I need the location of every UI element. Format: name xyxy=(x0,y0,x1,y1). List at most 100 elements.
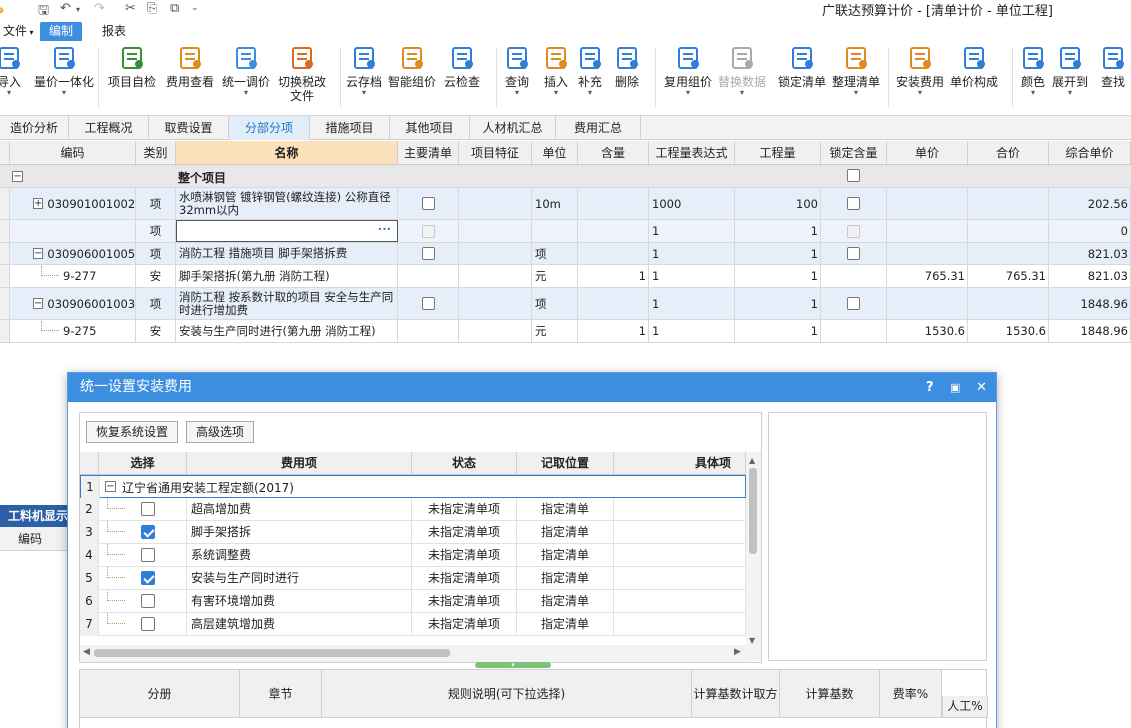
col-header-9[interactable]: 锁定含量 xyxy=(821,141,887,165)
cell-7[interactable]: 1 xyxy=(649,243,735,264)
find-button[interactable]: 查找 xyxy=(1100,45,1126,89)
table-row[interactable]: +030901001002 项 水喷淋钢管 镀锌钢管(螺纹连接) 公称直径32mm以… xyxy=(0,188,1131,220)
cell-5[interactable]: 项 xyxy=(532,288,578,319)
col-header-5[interactable]: 单位 xyxy=(532,141,578,165)
cell-0[interactable]: −030906001003 xyxy=(10,288,136,319)
tax-switch-button[interactable]: 切换税改 文件 xyxy=(278,45,326,103)
rule-col-header-0[interactable]: 分册 xyxy=(80,670,240,718)
fee-item-detail[interactable] xyxy=(614,613,746,636)
cell-6[interactable]: 1 xyxy=(578,320,649,342)
menu-edit[interactable]: 编制 xyxy=(40,22,83,41)
main-list-checkbox[interactable] xyxy=(421,247,435,260)
col-header-8[interactable]: 工程量 xyxy=(735,141,821,165)
fee-list-hscrollbar[interactable]: ◀ ▶ xyxy=(80,645,746,662)
cell-12[interactable]: 821.03 xyxy=(1049,265,1131,287)
tab-3[interactable]: 分部分项 xyxy=(229,116,310,140)
cell-7[interactable]: 1 xyxy=(649,220,735,242)
cell-1[interactable]: 项 xyxy=(136,243,176,264)
fee-col-header-0[interactable]: 选择 xyxy=(99,452,187,475)
fee-item-detail[interactable] xyxy=(614,498,746,521)
cell-9[interactable] xyxy=(821,320,887,342)
cell-3[interactable] xyxy=(398,220,459,242)
cell-12[interactable]: 202.56 xyxy=(1049,188,1131,219)
rule-col-header-4[interactable]: 计算基数 xyxy=(780,670,880,718)
table-row[interactable]: 项 ··· 1 1 0 xyxy=(0,220,1131,243)
dropdown-arrow-icon[interactable]: ▾ xyxy=(896,89,944,97)
dropdown-arrow-icon[interactable]: ▾ xyxy=(543,89,569,97)
cell-8[interactable]: 1 xyxy=(735,265,821,287)
cell-3[interactable] xyxy=(398,265,459,287)
cell-11[interactable]: 765.31 xyxy=(968,265,1049,287)
cell-2[interactable]: 消防工程 措施项目 脚手架搭拆费 xyxy=(176,243,398,264)
close-icon[interactable]: ✕ xyxy=(976,373,987,402)
cell-5[interactable]: 元 xyxy=(532,320,578,342)
cell-10[interactable] xyxy=(887,220,968,242)
delete-button[interactable]: 删除 xyxy=(614,45,640,89)
cell-6[interactable]: 1 xyxy=(578,265,649,287)
cell-4[interactable] xyxy=(459,265,532,287)
customize-toolbar-icon[interactable]: ⌄ xyxy=(191,3,199,13)
dropdown-arrow-icon[interactable]: ▾ xyxy=(1052,89,1088,97)
fee-item-checkbox[interactable] xyxy=(141,525,155,539)
organize-list-button[interactable]: 整理清单 ▾ xyxy=(832,45,880,97)
rule-col-header-3[interactable]: 计算基数计取方式 xyxy=(692,670,780,718)
cell-1[interactable]: 项 xyxy=(136,188,176,219)
cell-11[interactable] xyxy=(968,188,1049,219)
rule-col-header-5[interactable]: 费率% xyxy=(880,670,942,718)
cell-11[interactable] xyxy=(968,288,1049,319)
dropdown-arrow-icon[interactable]: ▾ xyxy=(34,89,94,97)
fee-item-position[interactable]: 指定清单 xyxy=(517,567,614,590)
help-icon[interactable]: ? xyxy=(926,373,934,402)
cell-1[interactable]: 安 xyxy=(136,265,176,287)
cut-icon[interactable]: ✂ xyxy=(125,1,136,16)
fee-item-row[interactable]: 3 脚手架搭拆 未指定清单项 指定清单 xyxy=(80,521,746,544)
select-cell[interactable] xyxy=(99,567,187,590)
hscroll-thumb[interactable] xyxy=(94,649,450,657)
panel-splitter[interactable]: ▾ xyxy=(475,662,551,669)
cloud-check-button[interactable]: 云检查 xyxy=(444,45,480,89)
fee-item-checkbox[interactable] xyxy=(141,548,155,562)
lock-content-checkbox[interactable] xyxy=(847,197,860,210)
select-cell[interactable] xyxy=(99,544,187,567)
cell-10[interactable] xyxy=(887,188,968,219)
fee-item-checkbox[interactable] xyxy=(141,502,155,516)
paste-icon[interactable]: ⧉ xyxy=(170,1,179,16)
reuse-price-button[interactable]: 复用组价 ▾ xyxy=(664,45,712,97)
select-cell[interactable] xyxy=(99,613,187,636)
advanced-options-button[interactable]: 高级选项 xyxy=(186,421,255,443)
vscroll-thumb[interactable] xyxy=(749,468,757,554)
copy-icon[interactable]: ⎘ xyxy=(147,1,157,16)
cell-9[interactable] xyxy=(821,188,887,219)
cell-4[interactable] xyxy=(459,243,532,264)
fee-col-header-1[interactable]: 费用项 xyxy=(187,452,412,475)
cell-12[interactable]: 0 xyxy=(1049,220,1131,242)
cell-2[interactable]: ··· xyxy=(176,220,398,242)
dropdown-arrow-icon[interactable]: ▾ xyxy=(0,89,22,97)
group-row[interactable]: − 整个项目 xyxy=(0,165,1131,188)
fee-item-position[interactable]: 指定清单 xyxy=(517,521,614,544)
cell-0[interactable]: +030901001002 xyxy=(10,188,136,219)
table-row[interactable]: −030906001003 项 消防工程 按系数计取的项目 安全与生产同时进行增加费… xyxy=(0,288,1131,320)
lock-content-checkbox[interactable] xyxy=(847,247,860,260)
col-header-6[interactable]: 含量 xyxy=(578,141,649,165)
cell-5[interactable]: 10m xyxy=(532,188,578,219)
select-cell[interactable] xyxy=(99,521,187,544)
smart-price-button[interactable]: 智能组价 xyxy=(388,45,436,89)
col-header-10[interactable]: 单价 xyxy=(887,141,968,165)
fee-item-checkbox[interactable] xyxy=(141,571,155,585)
cell-11[interactable] xyxy=(968,220,1049,242)
cell-5[interactable]: 元 xyxy=(532,265,578,287)
col-header-3[interactable]: 主要清单 xyxy=(398,141,459,165)
unit-price-button[interactable]: 单价构成 xyxy=(950,45,998,89)
dropdown-arrow-icon[interactable]: ▾ xyxy=(577,89,603,97)
dropdown-arrow-icon[interactable]: ▾ xyxy=(718,89,766,97)
fee-col-header-4[interactable]: 具体项 xyxy=(614,452,746,475)
main-list-checkbox[interactable] xyxy=(421,197,435,210)
edit-button[interactable]: ··· xyxy=(378,222,391,236)
fee-col-header-2[interactable]: 状态 xyxy=(412,452,517,475)
fee-item-row[interactable]: 5 安装与生产同时进行 未指定清单项 指定清单 xyxy=(80,567,746,590)
menu-file[interactable]: 文件 ▾ xyxy=(0,22,43,41)
fee-item-row[interactable]: 7 高层建筑增加费 未指定清单项 指定清单 xyxy=(80,613,746,636)
fee-item-row[interactable]: 2 超高增加费 未指定清单项 指定清单 xyxy=(80,498,746,521)
fee-item-row[interactable]: 4 系统调整费 未指定清单项 指定清单 xyxy=(80,544,746,567)
